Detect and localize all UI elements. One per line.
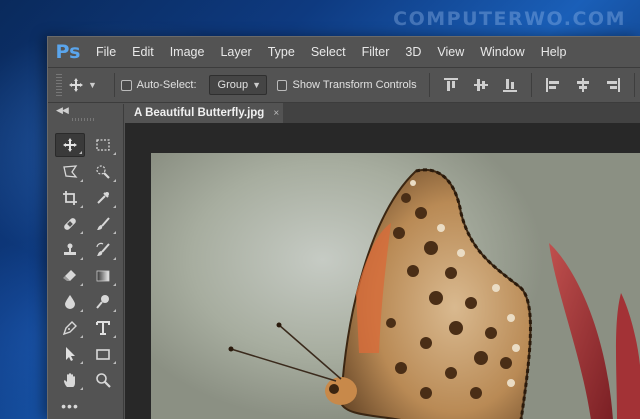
antenna (278, 324, 342, 380)
document-tab-bar: A Beautiful Butterfly.jpg × (125, 103, 640, 123)
menu-edit[interactable]: Edit (124, 45, 162, 59)
arrow-pointer-icon (66, 347, 75, 361)
chevron-down-icon: ▼ (252, 80, 262, 90)
ps-logo: Ps (55, 41, 81, 63)
pen-icon (62, 321, 77, 336)
chevron-down-icon: ▼ (87, 80, 97, 90)
antenna (230, 348, 337, 382)
menu-help[interactable]: Help (533, 45, 575, 59)
auto-select-value: Group (217, 79, 249, 91)
menu-file[interactable]: File (88, 45, 124, 59)
type-icon (96, 321, 110, 335)
workspace (125, 123, 640, 419)
brush-icon (97, 217, 110, 230)
quick-selection-icon (96, 165, 110, 179)
move-icon (63, 138, 77, 152)
type-tool-button[interactable] (88, 316, 118, 340)
move-tool-icon (68, 78, 83, 92)
eyedropper-icon (97, 192, 109, 204)
align-right-icon[interactable] (606, 78, 621, 92)
menu-window[interactable]: Window (472, 45, 532, 59)
hand-icon (64, 373, 75, 387)
zoom-icon (96, 373, 111, 388)
eraser-icon (63, 270, 76, 281)
gradient-icon (96, 270, 110, 282)
lasso-tool-button[interactable] (55, 160, 85, 184)
stamp-icon (64, 243, 76, 255)
history-brush-tool-button[interactable] (88, 238, 118, 262)
divider (531, 73, 533, 97)
marquee-tool-button[interactable] (88, 133, 118, 157)
dodge-tool-button[interactable] (88, 290, 118, 314)
collapse-panel-icon[interactable]: ◀◀ (56, 105, 69, 116)
polygonal-lasso-icon (63, 165, 78, 178)
show-transform-label: Show Transform Controls (292, 79, 417, 91)
clone-stamp-tool-button[interactable] (55, 238, 85, 262)
watermark: COMPUTERWO.COM (393, 8, 626, 30)
bandage-icon (64, 218, 76, 230)
more-tools-icon: ••• (61, 398, 79, 414)
auto-select-label: Auto-Select: (136, 79, 197, 91)
menu-filter[interactable]: Filter (354, 45, 398, 59)
butterfly-eye (329, 384, 339, 394)
move-tool-button[interactable] (55, 133, 85, 157)
leaf-shape (616, 293, 640, 419)
drop-icon (65, 295, 75, 309)
close-tab-icon[interactable]: × (273, 108, 279, 119)
tool-preset-picker[interactable]: ▼ (68, 77, 108, 93)
hand-tool-button[interactable] (55, 368, 85, 392)
menu-bar: Ps File Edit Image Layer Type Select Fil… (48, 37, 640, 67)
image-canvas[interactable] (151, 153, 640, 419)
leaf-shape (549, 243, 613, 419)
document-tab-title: A Beautiful Butterfly.jpg (134, 107, 265, 119)
menu-3d[interactable]: 3D (397, 45, 429, 59)
menu-view[interactable]: View (429, 45, 472, 59)
panel-grip[interactable] (72, 118, 96, 121)
align-bottom-icon[interactable] (503, 78, 518, 92)
divider (634, 73, 636, 97)
rectangle-tool-button[interactable] (88, 342, 118, 366)
blur-tool-button[interactable] (55, 290, 85, 314)
crop-icon (63, 191, 77, 205)
divider (428, 73, 430, 97)
menu-type[interactable]: Type (260, 45, 303, 59)
butterfly-photo (228, 168, 640, 419)
path-select-tool-button[interactable] (55, 342, 85, 366)
history-brush-icon (96, 242, 110, 256)
auto-select-dropdown[interactable]: Group ▼ (208, 75, 267, 95)
healing-brush-tool-button[interactable] (55, 212, 85, 236)
zoom-tool-button[interactable] (88, 368, 118, 392)
options-bar: ▼ Auto-Select: Group ▼ Show Transform Co… (48, 67, 640, 103)
quick-select-tool-button[interactable] (88, 160, 118, 184)
align-horizontal-center-icon[interactable] (576, 78, 590, 92)
pen-tool-button[interactable] (55, 316, 85, 340)
brush-tool-button[interactable] (88, 212, 118, 236)
options-bar-grip[interactable] (56, 74, 62, 96)
eraser-tool-button[interactable] (55, 264, 85, 288)
rect-marquee-icon (96, 139, 110, 151)
show-transform-checkbox[interactable] (276, 79, 288, 91)
edit-toolbar-button[interactable]: ••• (55, 394, 85, 418)
align-left-icon[interactable] (546, 78, 560, 92)
photoshop-window: Ps File Edit Image Layer Type Select Fil… (47, 36, 640, 419)
align-vertical-center-icon[interactable] (473, 78, 488, 92)
gradient-tool-button[interactable] (88, 264, 118, 288)
divider (113, 73, 115, 97)
crop-tool-button[interactable] (55, 186, 85, 210)
menu-image[interactable]: Image (162, 45, 213, 59)
document-tab[interactable]: A Beautiful Butterfly.jpg × (125, 103, 283, 123)
tools-panel: ◀◀ ••• (48, 104, 124, 419)
auto-select-checkbox[interactable] (120, 79, 132, 91)
rectangle-icon (96, 349, 110, 360)
menu-layer[interactable]: Layer (212, 45, 259, 59)
align-top-icon[interactable] (443, 78, 458, 92)
eyedropper-tool-button[interactable] (88, 186, 118, 210)
dodge-icon (96, 295, 109, 309)
menu-select[interactable]: Select (303, 45, 354, 59)
